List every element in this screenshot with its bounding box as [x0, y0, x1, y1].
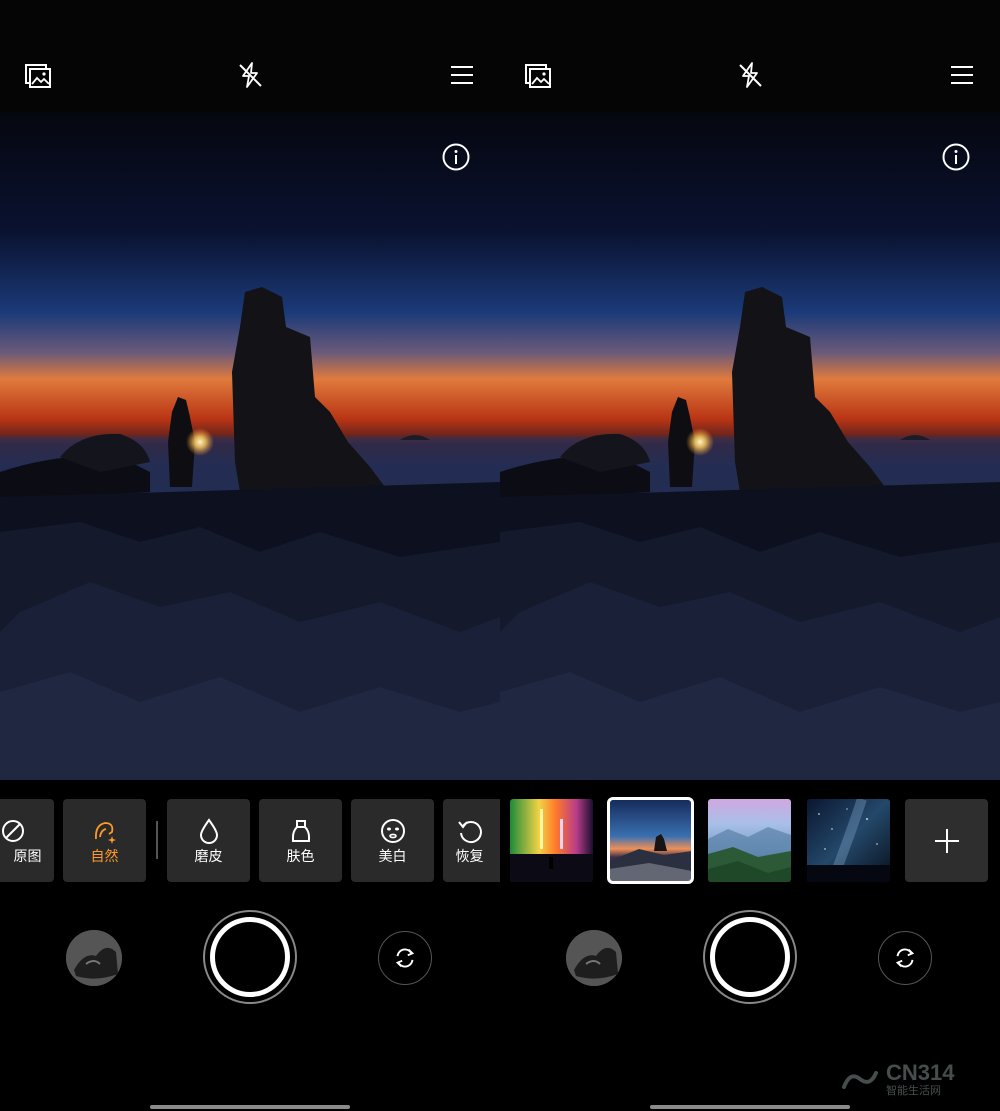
add-preset-button[interactable]	[905, 799, 988, 882]
home-indicator[interactable]	[150, 1105, 350, 1109]
reset-icon	[457, 820, 482, 843]
info-icon[interactable]	[941, 142, 971, 172]
watermark-text: CN314	[886, 1060, 955, 1085]
plus-icon	[934, 828, 959, 853]
beauty-option-natural[interactable]: 自然	[63, 799, 146, 882]
menu-icon[interactable]	[947, 60, 977, 90]
beauty-option-label: 磨皮	[194, 848, 223, 865]
beauty-option-label: 肤色	[286, 848, 315, 865]
tray-divider	[156, 821, 158, 859]
home-indicator[interactable]	[650, 1105, 850, 1109]
flash-off-icon[interactable]	[735, 60, 765, 90]
beauty-option-smooth[interactable]: 磨皮	[167, 799, 250, 882]
shutter-button[interactable]	[203, 910, 297, 1004]
menu-icon[interactable]	[447, 60, 477, 90]
beauty-option-original[interactable]: 原图	[0, 799, 54, 882]
shutter-button[interactable]	[703, 910, 797, 1004]
capture-controls	[500, 905, 1000, 1015]
starry-sky-preset[interactable]	[807, 799, 890, 882]
camera-screen-left: 原图 自然 磨皮 肤色 美白 恢复	[0, 0, 500, 1111]
watermark-logo: CN314 智能生活网	[840, 1055, 990, 1105]
camera-viewfinder[interactable]	[500, 112, 1000, 780]
beauty-option-skin-tone[interactable]: 肤色	[259, 799, 342, 882]
beauty-option-label: 自然	[90, 848, 119, 865]
flash-off-icon[interactable]	[235, 60, 265, 90]
beauty-option-whiten[interactable]: 美白	[351, 799, 434, 882]
beauty-option-label: 原图	[13, 848, 42, 865]
no-filter-icon	[1, 819, 24, 842]
beauty-option-label: 美白	[378, 848, 407, 865]
capture-controls	[0, 905, 500, 1015]
top-bar	[500, 0, 1000, 112]
shutter-inner-ring	[210, 917, 290, 997]
beauty-options-tray: 原图 自然 磨皮 肤色 美白 恢复	[0, 797, 500, 883]
sky-presets-tray	[500, 797, 1000, 884]
camera-screen-right	[500, 0, 1000, 1111]
last-photo-thumbnail[interactable]	[66, 930, 122, 986]
watermark-icon	[842, 1071, 878, 1089]
viewfinder-scene	[500, 112, 1000, 780]
switch-camera-icon[interactable]	[378, 931, 432, 985]
sunset-coast-preset[interactable]	[607, 797, 694, 884]
viewfinder-scene	[0, 112, 500, 780]
whiten-face-icon	[380, 818, 405, 843]
skin-tone-icon	[291, 819, 310, 842]
watermark-subtext: 智能生活网	[886, 1084, 941, 1097]
beauty-option-reset[interactable]: 恢复	[443, 799, 500, 882]
natural-beauty-icon	[94, 821, 116, 844]
top-bar	[0, 0, 500, 112]
shutter-inner-ring	[710, 917, 790, 997]
switch-camera-icon[interactable]	[878, 931, 932, 985]
gallery-icon[interactable]	[23, 60, 53, 90]
last-photo-thumbnail[interactable]	[566, 930, 622, 986]
camera-viewfinder[interactable]	[0, 112, 500, 780]
smooth-skin-icon	[199, 817, 218, 844]
info-icon[interactable]	[441, 142, 471, 172]
beauty-option-label: 恢复	[455, 848, 484, 865]
misty-mountains-preset[interactable]	[708, 799, 791, 882]
gallery-icon[interactable]	[523, 60, 553, 90]
neon-city-preset[interactable]	[510, 799, 593, 882]
